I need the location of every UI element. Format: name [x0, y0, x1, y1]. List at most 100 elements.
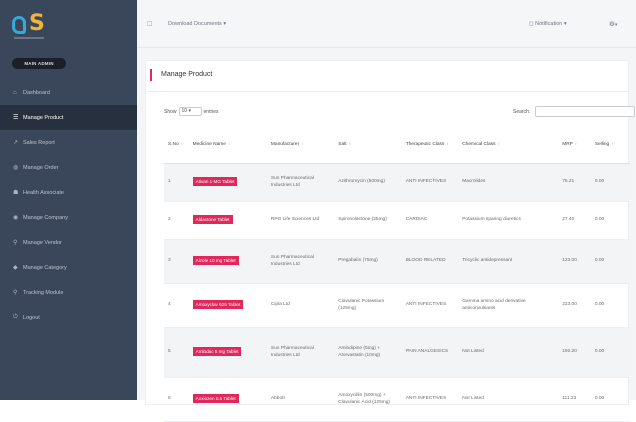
- sidebar-item-health-associate[interactable]: ☗ Health Associate: [0, 180, 137, 205]
- cell-salt: Pregabalin (75mg): [334, 239, 402, 284]
- table-row[interactable]: 4 Amoxyclav 625 Tablet Cipla Ltd Clavulanic…: [164, 283, 630, 328]
- table-row[interactable]: 2 Aldactone Tablet RPG Life Sciences Ltd Sp…: [164, 201, 630, 240]
- cell-ther: CARDIAC: [401, 201, 459, 240]
- column-header-manufacturer[interactable]: Manufacturer ↕: [266, 125, 335, 164]
- table-body: 1 Ativan 1 MG Tablet Sun Pharmaceutical In…: [164, 163, 630, 422]
- cell-value: RPG Life Sciences Ltd: [270, 217, 320, 223]
- cell-salt: Clavulanic Potassium (125mg): [334, 283, 402, 328]
- cell-chem: Not Listed: [458, 377, 559, 422]
- sidebar-item-label: Manage Category: [23, 264, 67, 271]
- sidebar: S MAIN ADMIN ⌂ Dashboard ☰ Manage Product ↗ S…: [0, 0, 137, 400]
- cell-value: Not Listed: [462, 349, 484, 355]
- sidebar-item-logout[interactable]: ⏻ Logout: [0, 305, 137, 330]
- medicine-name-link[interactable]: Aldactone Tablet: [192, 215, 233, 225]
- table-row[interactable]: 3 Alzole 10 mg Tablet Sun Pharmaceutical I…: [164, 239, 630, 284]
- show-label: Show: [164, 108, 177, 115]
- cell-mrp: 192.20: [558, 327, 591, 378]
- cell-value: 0.00: [594, 258, 605, 264]
- cell-mfr: Sun Pharmaceutical Industries Ltd: [266, 327, 335, 378]
- title-divider: [146, 91, 630, 92]
- cell-value: 223.00: [562, 302, 577, 308]
- column-header-medicine-name[interactable]: Medicine Name ↕: [188, 125, 267, 164]
- cell-sell: 0.00: [590, 201, 630, 240]
- column-header-selling[interactable]: Selling ↕: [590, 125, 630, 164]
- search-label: Search:: [513, 108, 531, 115]
- cell-chem: Macrolides: [458, 163, 559, 202]
- track-icon: ⚲: [13, 290, 18, 296]
- cell-ther: ANTI INFECTIVES: [401, 377, 459, 422]
- medicine-name-link[interactable]: Amoxyclav 625 Tablet: [192, 300, 244, 310]
- sort-icon: ↕: [446, 140, 449, 146]
- cell-salt: Azithromycin (500mg): [334, 163, 402, 202]
- cell-no: 4: [164, 283, 189, 328]
- cell-chem: Gamma amino acid derivative anticonvulsa…: [458, 283, 559, 328]
- cell-sell: 0.00: [590, 163, 630, 202]
- cell-mfr: Sun Pharmaceutical Industries Ltd: [266, 163, 335, 202]
- menu-toggle-icon[interactable]: ☐: [147, 21, 152, 28]
- vendor-icon: ⚲: [13, 240, 18, 246]
- medicine-name-link[interactable]: Anxiozen 0.5 Tablet: [192, 394, 239, 404]
- cell-mfr: Abbott: [266, 377, 335, 422]
- download-documents-label: Download Documents: [168, 21, 222, 27]
- cell-value: ANTI INFECTIVES: [405, 396, 447, 402]
- sort-icon: ↕: [611, 140, 614, 146]
- column-header-salt[interactable]: Salt ↕: [334, 125, 402, 164]
- cell-value: Spironolactone (25mg): [338, 217, 387, 223]
- cell-chem: Tricyclic antidepressant: [458, 239, 559, 284]
- users-icon: ☗: [13, 190, 19, 196]
- cell-no: 5: [164, 327, 189, 378]
- brand-logo[interactable]: S: [12, 11, 52, 40]
- page-title: Manage Product: [150, 69, 212, 81]
- sidebar-item-label: Manage Product: [23, 114, 64, 121]
- cell-value: 192.20: [562, 349, 577, 355]
- sidebar-item-dashboard[interactable]: ⌂ Dashboard: [0, 80, 137, 105]
- role-badge: MAIN ADMIN: [12, 58, 66, 69]
- entries-select[interactable]: 10 ▾: [178, 107, 202, 116]
- table-row[interactable]: 5 Amlodac 5 mg Tablet Sun Pharmaceutical I…: [164, 327, 630, 378]
- download-documents-dropdown[interactable]: Download Documents ▾: [168, 21, 226, 27]
- chart-icon: ↗: [13, 140, 19, 146]
- sidebar-item-manage-product[interactable]: ☰ Manage Product: [0, 105, 137, 130]
- logo-letter: S: [29, 11, 45, 36]
- logo-mark: [12, 16, 26, 34]
- cart-icon: ◍: [13, 165, 19, 171]
- table-row[interactable]: 6 Anxiozen 0.5 Tablet Abbott Amoxycillin (5…: [164, 377, 630, 422]
- search-input[interactable]: [535, 106, 636, 117]
- sidebar-item-label: Manage Vendor: [23, 239, 62, 246]
- cell-sell: 0.00: [590, 327, 630, 378]
- cell-value: 3: [168, 258, 171, 264]
- table-row[interactable]: 1 Ativan 1 MG Tablet Sun Pharmaceutical In…: [164, 163, 630, 202]
- column-header-label: Therapeutic Class: [405, 141, 445, 147]
- sidebar-item-label: Logout: [23, 314, 40, 321]
- manage-product-card: Manage Product Show 10 ▾ entries Search:…: [145, 60, 636, 422]
- cell-value: Amoxycillin (500mg) + Clavulanic Acid (1…: [338, 392, 391, 406]
- sidebar-item-tracking-module[interactable]: ⚲ Tracking Module: [0, 280, 137, 305]
- column-header-mrp[interactable]: MRP ↕: [558, 125, 591, 164]
- column-header-label: MRP: [562, 141, 573, 147]
- medicine-name-link[interactable]: Amlodac 5 mg Tablet: [192, 347, 242, 357]
- sidebar-item-sales-report[interactable]: ↗ Sales Report: [0, 130, 137, 155]
- cell-value: Tricyclic antidepressant: [462, 258, 513, 264]
- sidebar-item-manage-company[interactable]: ◉ Manage Company: [0, 205, 137, 230]
- logout-icon: ⏻: [13, 314, 18, 320]
- cell-value: 123.00: [562, 258, 577, 264]
- sidebar-item-manage-order[interactable]: ◍ Manage Order: [0, 155, 137, 180]
- medicine-name-link[interactable]: Ativan 1 MG Tablet: [192, 177, 238, 187]
- medicine-name-link[interactable]: Alzole 10 mg Tablet: [192, 256, 239, 266]
- column-header-s-no[interactable]: S.No ↕: [164, 125, 189, 164]
- cell-name: Alzole 10 mg Tablet: [188, 239, 267, 284]
- sidebar-item-manage-category[interactable]: ◆ Manage Category: [0, 255, 137, 280]
- sidebar-item-manage-vendor[interactable]: ⚲ Manage Vendor: [0, 230, 137, 255]
- cell-value: Cipla Ltd: [270, 302, 290, 308]
- cell-mrp: 27.40: [558, 201, 591, 240]
- column-header-chemical-class[interactable]: Chemical Class ↕: [458, 125, 559, 164]
- notifications-label: Notification: [535, 21, 563, 27]
- cell-value: 5: [168, 349, 171, 355]
- chevron-down-icon: ▾: [614, 22, 618, 28]
- settings-gear-icon[interactable]: ⚙▾: [609, 20, 617, 28]
- notifications-dropdown[interactable]: ◻ Notification ▾: [529, 21, 567, 27]
- column-header-therapeutic-class[interactable]: Therapeutic Class ↕: [401, 125, 459, 164]
- cell-value: Sun Pharmaceutical Industries Ltd: [270, 254, 314, 268]
- cell-no: 2: [164, 201, 189, 240]
- column-header-label: Manufacturer: [270, 141, 300, 147]
